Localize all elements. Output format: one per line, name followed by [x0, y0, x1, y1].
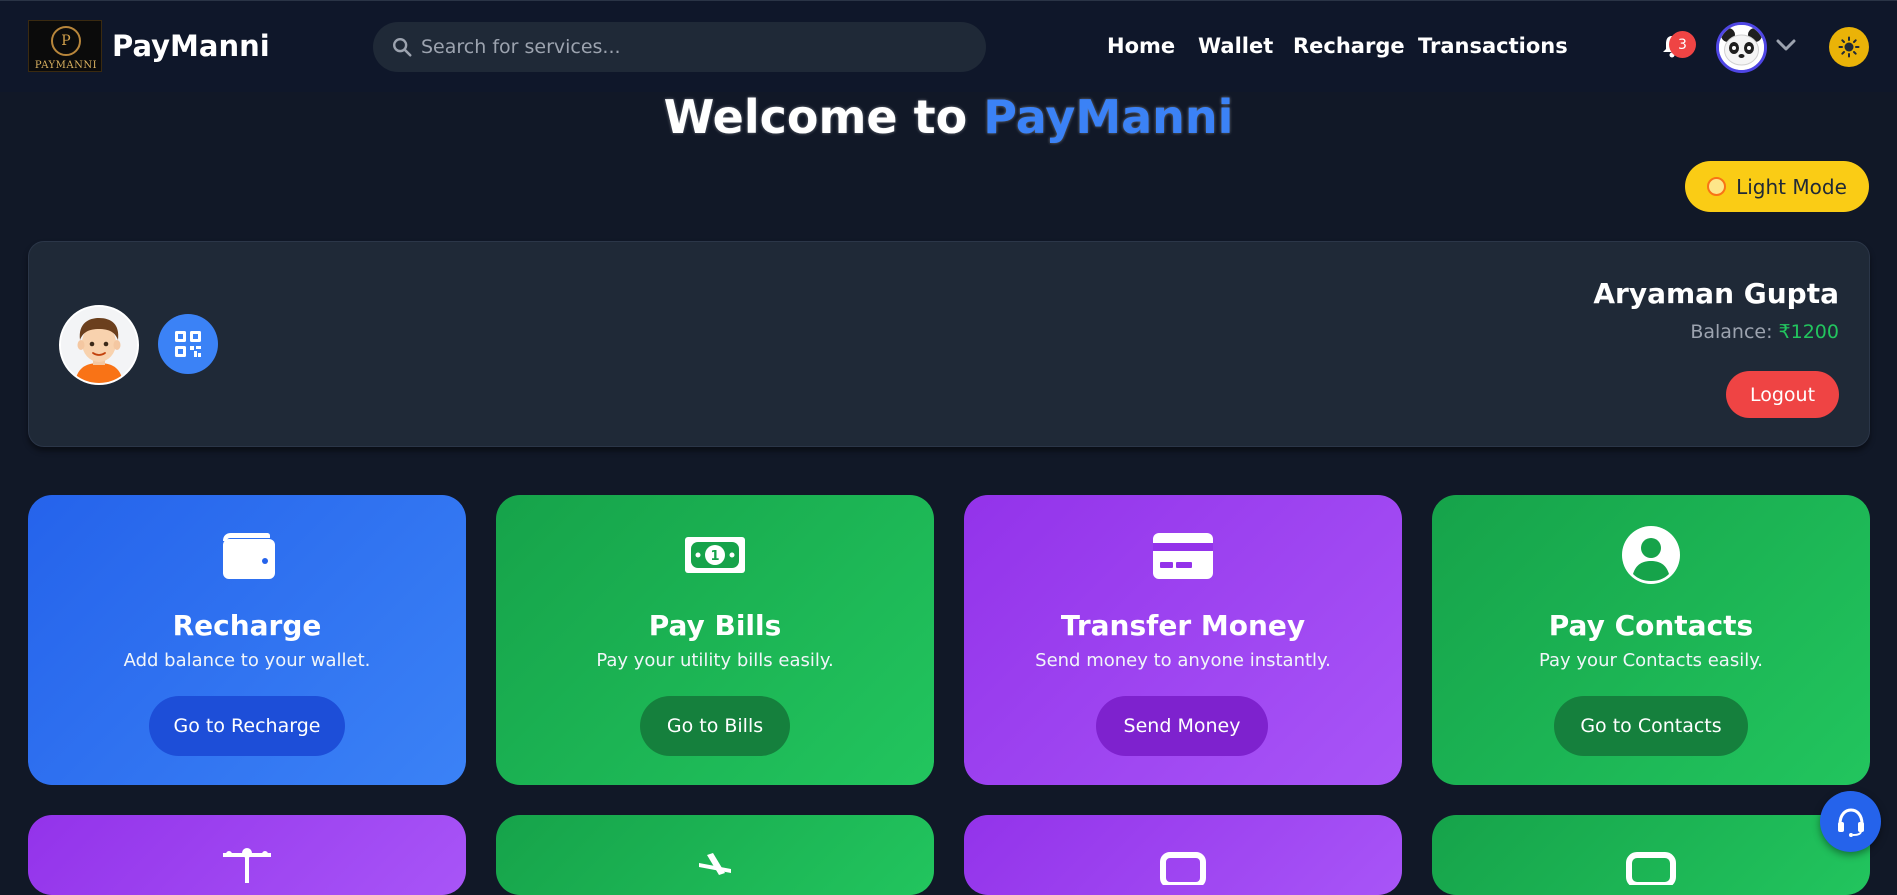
- go-to-recharge-button[interactable]: Go to Recharge: [149, 696, 345, 756]
- nav-link-transactions[interactable]: Transactions: [1418, 34, 1568, 58]
- card-description: Send money to anyone instantly.: [1035, 650, 1331, 671]
- nav-link-home[interactable]: Home: [1107, 34, 1175, 58]
- service-card[interactable]: [28, 815, 466, 895]
- boy-avatar-icon: [61, 307, 137, 383]
- transfer-money-card[interactable]: Transfer Money Send money to anyone inst…: [964, 495, 1402, 785]
- profile-card: Aryaman Gupta Balance: ₹1200 Logout: [28, 241, 1870, 447]
- balance-display: Balance: ₹1200: [1690, 321, 1839, 343]
- chevron-down-icon[interactable]: [1775, 37, 1797, 53]
- welcome-brand: PayManni: [983, 90, 1234, 144]
- qr-code-icon: [175, 331, 201, 357]
- brand-name[interactable]: PayManni: [112, 29, 270, 63]
- logo-coin-icon: P: [51, 26, 81, 56]
- go-to-bills-button[interactable]: Go to Bills: [640, 696, 790, 756]
- logout-button[interactable]: Logout: [1726, 371, 1839, 418]
- card-title: Pay Bills: [648, 609, 782, 642]
- card-description: Pay your Contacts easily.: [1538, 650, 1764, 671]
- logo[interactable]: P PAYMANNI: [28, 20, 102, 72]
- welcome-prefix: Welcome to: [663, 90, 968, 144]
- navbar: P PAYMANNI PayManni Home Wallet Recharge…: [0, 0, 1897, 92]
- nav-link-recharge[interactable]: Recharge: [1293, 34, 1405, 58]
- search-icon: [393, 38, 412, 57]
- theme-toggle-button[interactable]: [1829, 27, 1869, 67]
- card-title: Recharge: [172, 609, 322, 642]
- go-to-contacts-button[interactable]: Go to Contacts: [1554, 696, 1748, 756]
- service-card[interactable]: [496, 815, 934, 895]
- scale-icon: [223, 848, 271, 883]
- send-money-button[interactable]: Send Money: [1096, 696, 1268, 756]
- search-input[interactable]: [421, 22, 961, 72]
- logo-text: PAYMANNI: [34, 60, 98, 71]
- pay-contacts-card[interactable]: Pay Contacts Pay your Contacts easily. G…: [1432, 495, 1870, 785]
- user-circle-icon: [1622, 526, 1680, 584]
- sun-outline-icon: [1707, 177, 1727, 196]
- card-description: Pay your utility bills easily.: [596, 650, 834, 671]
- wallet-icon: [223, 533, 275, 579]
- user-avatar[interactable]: [1716, 22, 1767, 73]
- bus-icon: [1626, 852, 1676, 885]
- credit-card-icon: [1153, 533, 1213, 579]
- card-description: Add balance to your wallet.: [123, 650, 371, 671]
- light-mode-button[interactable]: Light Mode: [1685, 161, 1869, 212]
- nav-link-wallet[interactable]: Wallet: [1198, 34, 1273, 58]
- search-bar[interactable]: [373, 22, 986, 72]
- qr-code-button[interactable]: [158, 314, 218, 374]
- card-title: Pay Contacts: [1548, 609, 1754, 642]
- recharge-card[interactable]: Recharge Add balance to your wallet. Go …: [28, 495, 466, 785]
- user-name: Aryaman Gupta: [1593, 277, 1839, 310]
- sun-icon: [1838, 36, 1860, 58]
- mobile-icon: [1160, 852, 1206, 885]
- support-chat-button[interactable]: [1820, 791, 1881, 852]
- notification-badge: 3: [1669, 31, 1696, 58]
- profile-avatar[interactable]: [59, 305, 139, 385]
- service-card[interactable]: [1432, 815, 1870, 895]
- plane-icon: [699, 853, 731, 875]
- svg-text:1: 1: [710, 549, 719, 564]
- money-bill-icon: 1: [685, 537, 745, 573]
- panda-avatar-icon: [1719, 25, 1764, 70]
- light-mode-label: Light Mode: [1736, 174, 1847, 199]
- balance-label: Balance:: [1690, 321, 1773, 343]
- service-card[interactable]: [964, 815, 1402, 895]
- page-title: Welcome to PayManni: [0, 90, 1897, 144]
- balance-amount: ₹1200: [1778, 321, 1839, 343]
- pay-bills-card[interactable]: 1 Pay Bills Pay your utility bills easil…: [496, 495, 934, 785]
- card-title: Transfer Money: [1060, 609, 1306, 642]
- headset-icon: [1837, 807, 1864, 837]
